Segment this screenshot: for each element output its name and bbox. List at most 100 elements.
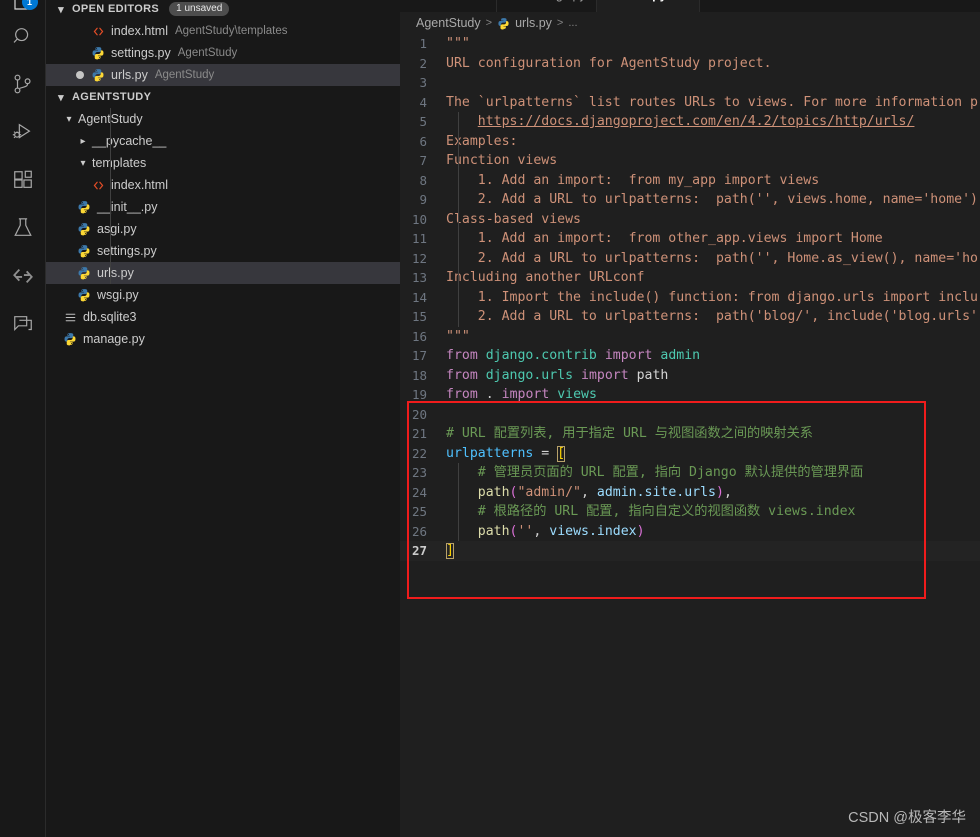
code-line[interactable]: 21 # URL 配置列表, 用于指定 URL 与视图函数之间的映射关系: [400, 424, 980, 444]
activity-item-source-control[interactable]: [0, 60, 46, 108]
code-line[interactable]: 22 urlpatterns = [: [400, 444, 980, 464]
line-number: 15: [411, 309, 427, 324]
tree-folder-templates[interactable]: ▾ templates: [46, 152, 400, 174]
tree-file-asgi-py[interactable]: asgi.py: [46, 218, 400, 240]
tree-folder-pycache[interactable]: ▸ __pycache__: [46, 130, 400, 152]
python-icon: [76, 200, 92, 214]
activity-bar: 1: [0, 0, 46, 837]
line-content: urlpatterns = [: [446, 444, 980, 464]
code-token: path: [636, 367, 669, 383]
activity-item-remote-explorer[interactable]: [0, 252, 46, 300]
code-token: path: [477, 523, 510, 539]
code-token: # 管理员页面的 URL 配置, 指向 Django 默认提供的管理界面: [446, 465, 864, 480]
code-token: 2. Add a URL to urlpatterns: path('', Ho…: [446, 250, 978, 266]
open-editor-index-html[interactable]: index.html AgentStudy\templates: [46, 20, 400, 42]
tree-file-db-sqlite3[interactable]: db.sqlite3: [46, 306, 400, 328]
tree-file-init-py[interactable]: __init__.py: [46, 196, 400, 218]
tree-file-index-html[interactable]: index.html: [46, 174, 400, 196]
breadcrumb-separator-icon: >: [556, 17, 564, 29]
code-line[interactable]: 23 # 管理员页面的 URL 配置, 指向 Django 默认提供的管理界面: [400, 463, 980, 483]
line-content: path("admin/", admin.site.urls),: [446, 483, 980, 503]
tree-file-urls-py[interactable]: urls.py: [46, 262, 400, 284]
code-token: ,: [533, 523, 550, 539]
code-line[interactable]: 11 1. Add an import: from other_app.view…: [400, 229, 980, 249]
code-token: The `urlpatterns` list routes URLs to vi…: [446, 94, 978, 110]
tree-folder-agentstudy[interactable]: ▾ AgentStudy: [46, 108, 400, 130]
open-editor-urls-py[interactable]: urls.py AgentStudy: [46, 64, 400, 86]
code-line[interactable]: 3: [400, 73, 980, 93]
code-token: Including another URLconf: [446, 270, 645, 285]
python-icon: [76, 222, 92, 236]
line-content: 2. Add a URL to urlpatterns: path('', Ho…: [446, 249, 980, 269]
python-icon: [497, 17, 510, 30]
code-line[interactable]: 9 2. Add a URL to urlpatterns: path('', …: [400, 190, 980, 210]
code-token: '': [517, 523, 534, 539]
code-token: =: [533, 445, 558, 461]
code-editor[interactable]: 1 """ 2 URL configuration for AgentStudy pr…: [400, 34, 980, 837]
breadcrumb-root[interactable]: AgentStudy: [416, 16, 481, 30]
chevron-down-icon: ▾: [58, 3, 64, 16]
code-line[interactable]: 13 Including another URLconf: [400, 268, 980, 288]
code-line[interactable]: 17 from django.contrib import admin: [400, 346, 980, 366]
tab-urls-py[interactable]: urls.py ●: [596, 0, 700, 12]
code-line[interactable]: 10 Class-based views: [400, 210, 980, 230]
activity-item-chat[interactable]: [0, 300, 46, 348]
line-number: 1: [419, 36, 427, 51]
code-line[interactable]: 27]: [400, 541, 980, 561]
html-icon: [90, 179, 106, 192]
line-content: # URL 配置列表, 用于指定 URL 与视图函数之间的映射关系: [446, 424, 980, 444]
open-editor-settings-py[interactable]: settings.py AgentStudy: [46, 42, 400, 64]
open-editors-header[interactable]: ▾ OPEN EDITORS 1 unsaved: [46, 0, 400, 20]
line-content: 1. Add an import: from my_app import vie…: [446, 171, 980, 191]
code-line[interactable]: 19 from . import views: [400, 385, 980, 405]
remote-icon: [12, 265, 34, 287]
tree-file-wsgi-py[interactable]: wsgi.py: [46, 284, 400, 306]
code-line[interactable]: 6 Examples:: [400, 132, 980, 152]
explorer-root-header[interactable]: ▾ AGENTSTUDY: [46, 86, 400, 108]
code-line[interactable]: 12 2. Add a URL to urlpatterns: path('',…: [400, 249, 980, 269]
vscode-window: 1 ▾ OPEN EDITORS 1 unsaved index.html Ag…: [0, 0, 980, 837]
activity-item-testing[interactable]: [0, 204, 46, 252]
breadcrumb-file[interactable]: urls.py: [515, 16, 552, 30]
line-content: Class-based views: [446, 210, 980, 230]
python-icon: [90, 46, 106, 60]
code-line[interactable]: 24 path("admin/", admin.site.urls),: [400, 483, 980, 503]
line-number: 18: [411, 367, 427, 383]
code-line[interactable]: 1 """: [400, 34, 980, 54]
code-line[interactable]: 8 1. Add an import: from my_app import v…: [400, 171, 980, 191]
open-editors-title: OPEN EDITORS: [72, 3, 160, 15]
tab-dirty-indicator[interactable]: ●: [681, 0, 689, 2]
code-line[interactable]: 25 # 根路径的 URL 配置, 指向自定义的视图函数 views.index: [400, 502, 980, 522]
activity-item-search[interactable]: [0, 12, 46, 60]
line-content: from . import views: [446, 385, 980, 405]
tab-index-html[interactable]: index.html: [400, 0, 497, 12]
breadcrumb-tail[interactable]: ...: [568, 17, 577, 29]
activity-item-explorer[interactable]: 1: [0, 0, 46, 12]
tree-label: __init__.py: [97, 200, 158, 214]
activity-item-run-and-debug[interactable]: [0, 108, 46, 156]
line-content: Including another URLconf: [446, 268, 980, 288]
code-line[interactable]: 14 1. Import the include() function: fro…: [400, 288, 980, 308]
code-line[interactable]: 5 https://docs.djangoproject.com/en/4.2/…: [400, 112, 980, 132]
activity-item-extensions[interactable]: [0, 156, 46, 204]
tab-settings-py[interactable]: settings.py: [496, 0, 597, 12]
tree-file-manage-py[interactable]: manage.py: [46, 328, 400, 350]
code-line[interactable]: 4 The `urlpatterns` list routes URLs to v…: [400, 93, 980, 113]
code-token: django.urls: [485, 367, 574, 383]
bracket-match: [: [557, 445, 566, 462]
code-line[interactable]: 2 URL configuration for AgentStudy projec…: [400, 54, 980, 74]
line-content: Examples:: [446, 132, 980, 152]
line-number: 9: [419, 192, 427, 207]
line-content: 2. Add a URL to urlpatterns: path('', vi…: [446, 190, 980, 210]
code-line[interactable]: 15 2. Add a URL to urlpatterns: path('bl…: [400, 307, 980, 327]
code-line[interactable]: 20: [400, 405, 980, 425]
code-token: urlpatterns: [446, 445, 534, 461]
code-line[interactable]: 7 Function views: [400, 151, 980, 171]
tree-file-settings-py[interactable]: settings.py: [46, 240, 400, 262]
tree-label: urls.py: [97, 266, 134, 280]
code-line[interactable]: 26 path('', views.index): [400, 522, 980, 542]
code-line[interactable]: 18 from django.urls import path: [400, 366, 980, 386]
code-line[interactable]: 16 """: [400, 327, 980, 347]
